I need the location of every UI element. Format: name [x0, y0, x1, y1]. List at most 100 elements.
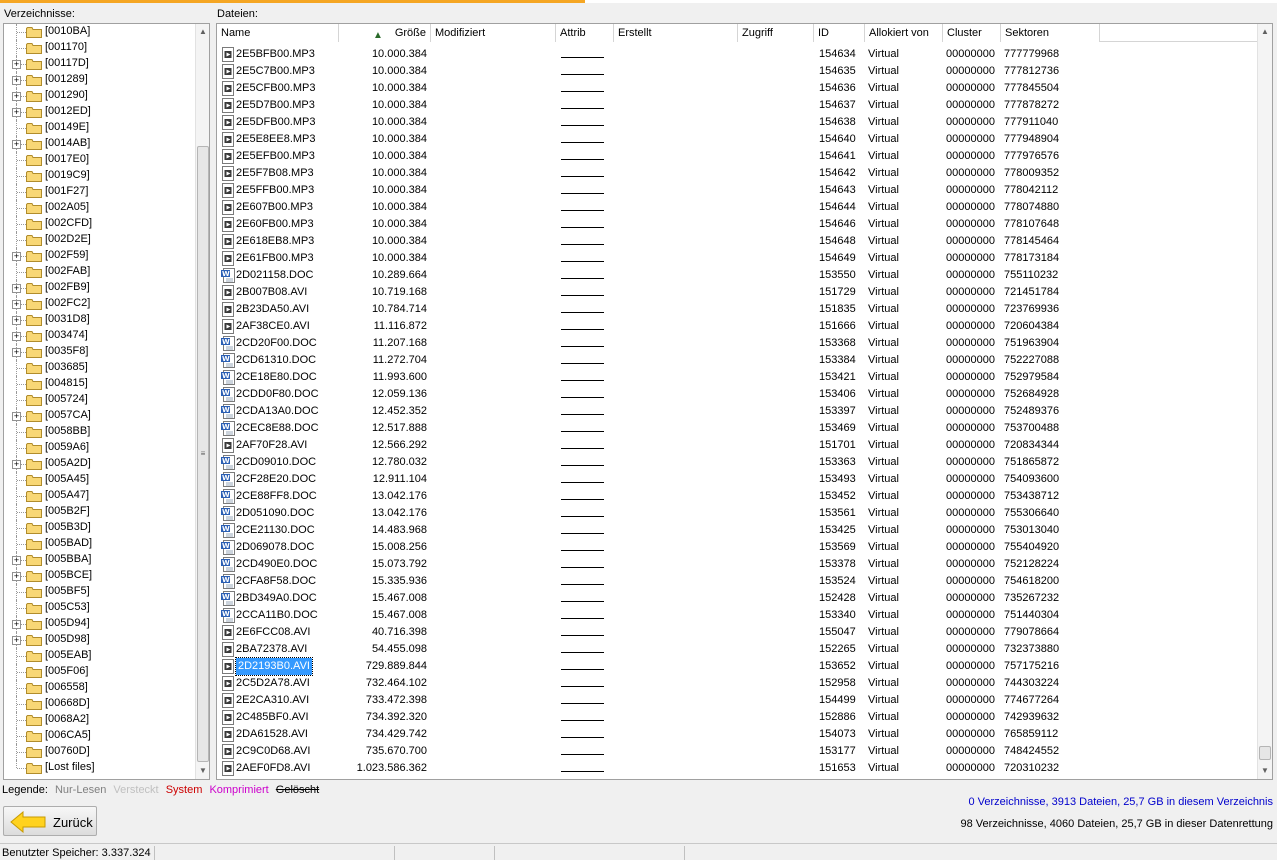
- tree-item[interactable]: [005F06]: [4, 664, 194, 680]
- expand-plus-icon[interactable]: +: [12, 252, 21, 261]
- column-header-size[interactable]: ▲ Größe: [339, 24, 431, 42]
- file-row[interactable]: 2E5D7B00.MP3 10.000.384 154637 Virtual 00000…: [217, 97, 1257, 114]
- file-row[interactable]: 2E607B00.MP3 10.000.384 154644 Virtual 00000…: [217, 199, 1257, 216]
- expand-plus-icon[interactable]: +: [12, 636, 21, 645]
- column-header-modified[interactable]: Modifiziert: [431, 24, 556, 42]
- file-row[interactable]: 2E618EB8.MP3 10.000.384 154648 Virtual 00000…: [217, 233, 1257, 250]
- file-row[interactable]: 2AF38CE0.AVI 11.116.872 151666 Virtual 00000…: [217, 318, 1257, 335]
- tree-item[interactable]: + [003474]: [4, 328, 194, 344]
- file-row[interactable]: W 2CDD0F80.DOC 12.059.136 153406 Virtual 0000…: [217, 386, 1257, 403]
- expand-plus-icon[interactable]: +: [12, 460, 21, 469]
- column-header-created[interactable]: Erstellt: [614, 24, 738, 42]
- file-row[interactable]: W 2CD09010.DOC 12.780.032 153363 Virtual 0000…: [217, 454, 1257, 471]
- file-row[interactable]: W 2CE21130.DOC 14.483.968 153425 Virtual 0000…: [217, 522, 1257, 539]
- file-row[interactable]: W 2CD61310.DOC 11.272.704 153384 Virtual 0000…: [217, 352, 1257, 369]
- file-row[interactable]: 2E5EFB00.MP3 10.000.384 154641 Virtual 00000…: [217, 148, 1257, 165]
- file-row[interactable]: W 2D051090.DOC 13.042.176 153561 Virtual 0000…: [217, 505, 1257, 522]
- column-header-sectors[interactable]: Sektoren: [1001, 24, 1100, 42]
- column-header-id[interactable]: ID: [814, 24, 865, 42]
- tree-item[interactable]: + [002F59]: [4, 248, 194, 264]
- file-list[interactable]: Name ▲ Größe Modifiziert Attrib Erstellt …: [216, 23, 1273, 780]
- file-list-vertical-scrollbar[interactable]: ▲ ▼: [1257, 24, 1272, 779]
- tree-item[interactable]: [002D2E]: [4, 232, 194, 248]
- tree-item[interactable]: + [005D98]: [4, 632, 194, 648]
- expand-plus-icon[interactable]: +: [12, 300, 21, 309]
- tree-item[interactable]: + [0035F8]: [4, 344, 194, 360]
- file-row[interactable]: 2E5F7B08.MP3 10.000.384 154642 Virtual 00000…: [217, 165, 1257, 182]
- file-row[interactable]: W 2CEC8E88.DOC 12.517.888 153469 Virtual 0000…: [217, 420, 1257, 437]
- tree-item[interactable]: [005B3D]: [4, 520, 194, 536]
- file-row[interactable]: W 2CFA8F58.DOC 15.335.936 153524 Virtual 0000…: [217, 573, 1257, 590]
- expand-plus-icon[interactable]: +: [12, 284, 21, 293]
- tree-item[interactable]: + [005BBA]: [4, 552, 194, 568]
- tree-item[interactable]: + [002FC2]: [4, 296, 194, 312]
- expand-plus-icon[interactable]: +: [12, 620, 21, 629]
- tree-item[interactable]: [005C53]: [4, 600, 194, 616]
- tree-item[interactable]: [005A45]: [4, 472, 194, 488]
- scroll-up-arrow-icon[interactable]: ▲: [196, 24, 209, 40]
- expand-plus-icon[interactable]: +: [12, 108, 21, 117]
- file-row[interactable]: W 2CF28E20.DOC 12.911.104 153493 Virtual 0000…: [217, 471, 1257, 488]
- expand-plus-icon[interactable]: +: [12, 572, 21, 581]
- expand-plus-icon[interactable]: +: [12, 60, 21, 69]
- tree-item[interactable]: [002CFD]: [4, 216, 194, 232]
- file-row[interactable]: 2E2CA310.AVI 733.472.398 154499 Virtual 0000…: [217, 692, 1257, 709]
- tree-item[interactable]: [00760D]: [4, 744, 194, 760]
- file-row[interactable]: 2BA72378.AVI 54.455.098 152265 Virtual 00000…: [217, 641, 1257, 658]
- tree-item[interactable]: [005B2F]: [4, 504, 194, 520]
- scroll-down-arrow-icon[interactable]: ▼: [196, 763, 209, 779]
- tree-item[interactable]: [005A47]: [4, 488, 194, 504]
- expand-plus-icon[interactable]: +: [12, 76, 21, 85]
- tree-item[interactable]: + [005D94]: [4, 616, 194, 632]
- column-header-attrib[interactable]: Attrib: [556, 24, 614, 42]
- file-row[interactable]: 2E5BFB00.MP3 10.000.384 154634 Virtual 00000…: [217, 46, 1257, 63]
- tree-item[interactable]: [003685]: [4, 360, 194, 376]
- tree-item[interactable]: [002FAB]: [4, 264, 194, 280]
- tree-item[interactable]: + [0057CA]: [4, 408, 194, 424]
- tree-item[interactable]: [002A05]: [4, 200, 194, 216]
- tree-item[interactable]: [006558]: [4, 680, 194, 696]
- tree-item[interactable]: + [0012ED]: [4, 104, 194, 120]
- expand-plus-icon[interactable]: +: [12, 412, 21, 421]
- tree-item[interactable]: [006CA5]: [4, 728, 194, 744]
- tree-item[interactable]: + [00117D]: [4, 56, 194, 72]
- tree-item[interactable]: + [005A2D]: [4, 456, 194, 472]
- expand-plus-icon[interactable]: +: [12, 556, 21, 565]
- tree-item[interactable]: + [0031D8]: [4, 312, 194, 328]
- file-row[interactable]: 2E6FCC08.AVI 40.716.398 155047 Virtual 00000…: [217, 624, 1257, 641]
- tree-item[interactable]: [0019C9]: [4, 168, 194, 184]
- file-row[interactable]: W 2CE18E80.DOC 11.993.600 153421 Virtual 0000…: [217, 369, 1257, 386]
- column-header-name[interactable]: Name: [217, 24, 339, 42]
- file-row[interactable]: 2E5DFB00.MP3 10.000.384 154638 Virtual 00000…: [217, 114, 1257, 131]
- tree-item[interactable]: + [001290]: [4, 88, 194, 104]
- file-row[interactable]: 2C485BF0.AVI 734.392.320 152886 Virtual 0000…: [217, 709, 1257, 726]
- expand-plus-icon[interactable]: +: [12, 92, 21, 101]
- column-header-accessed[interactable]: Zugriff: [738, 24, 814, 42]
- tree-item[interactable]: [005EAB]: [4, 648, 194, 664]
- file-row[interactable]: 2E61FB00.MP3 10.000.384 154649 Virtual 00000…: [217, 250, 1257, 267]
- tree-item[interactable]: [004815]: [4, 376, 194, 392]
- file-row[interactable]: 2D2193B0.AVI 729.889.844 153652 Virtual 0000…: [217, 657, 1257, 676]
- file-row[interactable]: 2E5C7B00.MP3 10.000.384 154635 Virtual 00000…: [217, 63, 1257, 80]
- tree-item[interactable]: + [005BCE]: [4, 568, 194, 584]
- file-row[interactable]: W 2CDA13A0.DOC 12.452.352 153397 Virtual 0000…: [217, 403, 1257, 420]
- expand-plus-icon[interactable]: +: [12, 348, 21, 357]
- tree-item[interactable]: [00149E]: [4, 120, 194, 136]
- file-row[interactable]: 2AEF0FD8.AVI 1.023.586.362 151653 Virtual 00…: [217, 760, 1257, 777]
- tree-item[interactable]: [005724]: [4, 392, 194, 408]
- file-row[interactable]: W 2D021158.DOC 10.289.664 153550 Virtual 0000…: [217, 267, 1257, 284]
- tree-item[interactable]: [005BAD]: [4, 536, 194, 552]
- scroll-up-arrow-icon[interactable]: ▲: [1258, 24, 1272, 40]
- directory-tree[interactable]: [0010BA] [001170] + [00117D] + [001289] + [0012…: [3, 23, 210, 780]
- file-row[interactable]: W 2BD349A0.DOC 15.467.008 152428 Virtual 0000…: [217, 590, 1257, 607]
- tree-item[interactable]: + [002FB9]: [4, 280, 194, 296]
- file-row[interactable]: 2DA61528.AVI 734.429.742 154073 Virtual 0000…: [217, 726, 1257, 743]
- file-row[interactable]: 2E5E8EE8.MP3 10.000.384 154640 Virtual 00000…: [217, 131, 1257, 148]
- column-header-allocated[interactable]: Allokiert von: [865, 24, 943, 42]
- back-button[interactable]: Zurück: [3, 806, 97, 836]
- tree-vertical-scrollbar[interactable]: ▲ ≡ ▼: [195, 24, 209, 779]
- tree-item[interactable]: [0059A6]: [4, 440, 194, 456]
- tree-item[interactable]: + [0014AB]: [4, 136, 194, 152]
- tree-item[interactable]: [Lost files]: [4, 760, 194, 776]
- file-row[interactable]: W 2CE88FF8.DOC 13.042.176 153452 Virtual 0000…: [217, 488, 1257, 505]
